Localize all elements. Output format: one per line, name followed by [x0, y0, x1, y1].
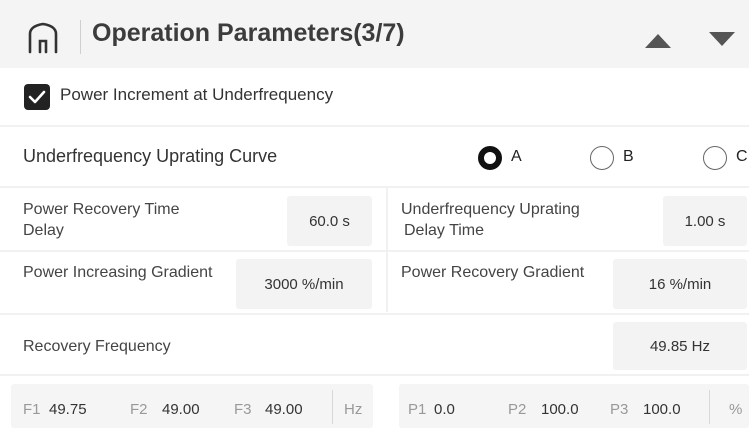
power-increasing-gradient-input[interactable]: 3000 %/min: [236, 259, 372, 309]
p1-value[interactable]: 0.0: [434, 401, 455, 418]
frequency-unit: Hz: [344, 401, 363, 418]
f2-label: F2: [130, 401, 148, 418]
recovery-frequency-label: Recovery Frequency: [23, 338, 171, 355]
curve-option-b-label: B: [623, 148, 634, 165]
power-increasing-gradient-label: Power Increasing Gradient: [23, 264, 213, 281]
row-separator: [0, 186, 749, 188]
curve-radio-b[interactable]: [590, 146, 614, 170]
power-recovery-gradient-label: Power Recovery Gradient: [401, 264, 585, 281]
page-title: Operation Parameters(3/7): [92, 19, 405, 47]
unit-divider: [709, 390, 710, 424]
row-separator: [0, 125, 749, 127]
p3-label: P3: [610, 401, 629, 418]
recovery-frequency-input[interactable]: 49.85 Hz: [613, 322, 747, 370]
arrow-down-icon[interactable]: [705, 28, 739, 48]
f3-label: F3: [234, 401, 252, 418]
header-bar: Operation Parameters(3/7): [0, 0, 749, 68]
power-recovery-time-delay-label-line1: Power Recovery Time: [23, 201, 180, 218]
unit-divider: [332, 390, 333, 424]
f2-value[interactable]: 49.00: [162, 401, 200, 418]
home-icon[interactable]: [26, 20, 60, 54]
row-separator: [0, 313, 749, 315]
power-increment-checkbox[interactable]: [24, 84, 50, 110]
curve-option-c-label: C: [736, 148, 748, 165]
underfrequency-uprating-delay-label-line1: Underfrequency Uprating: [401, 201, 580, 218]
power-unit: %: [729, 401, 743, 418]
row-separator: [0, 250, 749, 252]
p1-label: P1: [408, 401, 427, 418]
p2-label: P2: [508, 401, 527, 418]
p2-value[interactable]: 100.0: [541, 401, 579, 418]
f1-label: F1: [23, 401, 41, 418]
underfrequency-uprating-delay-label-line2: Delay Time: [404, 222, 485, 239]
power-recovery-time-delay-label-line2: Delay: [23, 222, 64, 239]
power-increment-label: Power Increment at Underfrequency: [60, 85, 334, 104]
power-recovery-gradient-input[interactable]: 16 %/min: [613, 259, 747, 309]
arrow-up-icon[interactable]: [641, 30, 675, 50]
curve-label: Underfrequency Uprating Curve: [23, 146, 278, 166]
curve-option-a-label: A: [511, 148, 522, 165]
f3-value[interactable]: 49.00: [265, 401, 303, 418]
curve-radio-c[interactable]: [703, 146, 727, 170]
row-separator: [0, 374, 749, 376]
curve-radio-a[interactable]: [478, 146, 502, 170]
power-recovery-time-delay-input[interactable]: 60.0 s: [287, 196, 372, 246]
underfrequency-uprating-delay-input[interactable]: 1.00 s: [663, 196, 747, 246]
p3-value[interactable]: 100.0: [643, 401, 681, 418]
f1-value[interactable]: 49.75: [49, 401, 87, 418]
header-divider: [80, 20, 81, 54]
